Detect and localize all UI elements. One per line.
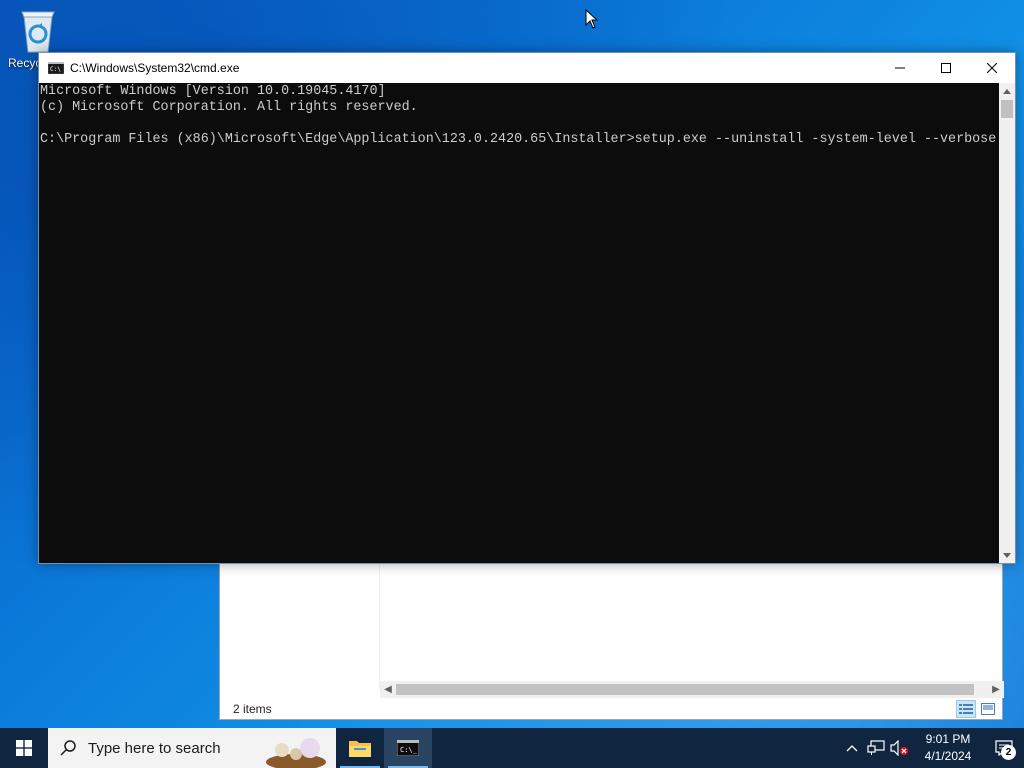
minimize-button[interactable]: [877, 53, 923, 83]
status-bar-item-count: 2 items: [233, 702, 272, 716]
console-output[interactable]: Microsoft Windows [Version 10.0.19045.41…: [39, 83, 1000, 563]
notification-count-badge: 2: [1001, 745, 1016, 760]
action-center-button[interactable]: 2: [984, 728, 1024, 768]
scrollbar-thumb[interactable]: [396, 684, 974, 695]
search-icon: [60, 740, 76, 756]
svg-text:C:\: C:\: [50, 66, 61, 73]
clock-date: 4/1/2024: [924, 749, 972, 763]
command-prompt-window[interactable]: C:\ C:\Windows\System32\cmd.exe Microsof…: [38, 52, 1016, 564]
system-tray: 9:01 PM 4/1/2024 2: [840, 728, 1024, 768]
title-bar[interactable]: C:\ C:\Windows\System32\cmd.exe: [39, 53, 1015, 83]
network-button[interactable]: [864, 728, 888, 768]
volume-muted-icon: [890, 740, 908, 756]
console-line: Microsoft Windows [Version 10.0.19045.41…: [40, 84, 386, 99]
network-icon: [867, 740, 885, 755]
taskbar-file-explorer[interactable]: [336, 728, 384, 768]
clock-time: 9:01 PM: [925, 732, 971, 746]
maximize-button[interactable]: [923, 53, 969, 83]
details-view-icon: [959, 704, 973, 714]
taskbar: Type here to search C:\_ 9:01 PM 4/1/202…: [0, 728, 1024, 768]
close-button[interactable]: [969, 53, 1015, 83]
scroll-right-icon[interactable]: ▶: [988, 681, 1004, 698]
search-highlight-illustration-icon: [266, 738, 326, 768]
scrollbar-thumb[interactable]: [1001, 100, 1013, 118]
recycle-bin-icon: [21, 11, 55, 53]
file-explorer-icon: [349, 741, 371, 757]
large-icons-view-icon: [981, 703, 995, 715]
console-line-prompt: C:\Program Files (x86)\Microsoft\Edge\Ap…: [40, 132, 997, 147]
windows-logo-icon: [16, 740, 32, 756]
volume-button[interactable]: [888, 728, 912, 768]
large-icons-view-button[interactable]: [978, 700, 998, 718]
close-icon: [987, 63, 997, 73]
minimize-icon: [895, 67, 905, 69]
svg-text:C:\_: C:\_: [400, 746, 418, 754]
scroll-up-icon[interactable]: [999, 83, 1015, 99]
taskbar-command-prompt[interactable]: C:\_: [384, 728, 432, 768]
horizontal-scrollbar[interactable]: ◀ ▶: [380, 681, 1004, 698]
chevron-up-icon: [846, 745, 858, 752]
maximize-icon: [941, 63, 951, 73]
command-prompt-icon: C:\: [48, 62, 64, 74]
show-hidden-icons-button[interactable]: [840, 728, 864, 768]
mouse-cursor-icon: [585, 9, 599, 29]
console-line: (c) Microsoft Corporation. All rights re…: [40, 100, 418, 115]
start-button[interactable]: [0, 728, 48, 768]
vertical-scrollbar[interactable]: [999, 83, 1015, 563]
search-placeholder: Type here to search: [88, 739, 221, 757]
taskbar-search-box[interactable]: Type here to search: [48, 728, 336, 768]
command-prompt-icon: C:\_: [397, 740, 419, 756]
details-view-button[interactable]: [956, 700, 976, 718]
scroll-down-icon[interactable]: [999, 547, 1015, 563]
scroll-left-icon[interactable]: ◀: [380, 681, 396, 698]
taskbar-clock[interactable]: 9:01 PM 4/1/2024: [912, 731, 984, 765]
window-title: C:\Windows\System32\cmd.exe: [70, 61, 240, 75]
navigation-pane[interactable]: [220, 561, 380, 689]
file-explorer-window[interactable]: ◀ ▶ 2 items: [219, 560, 1004, 720]
